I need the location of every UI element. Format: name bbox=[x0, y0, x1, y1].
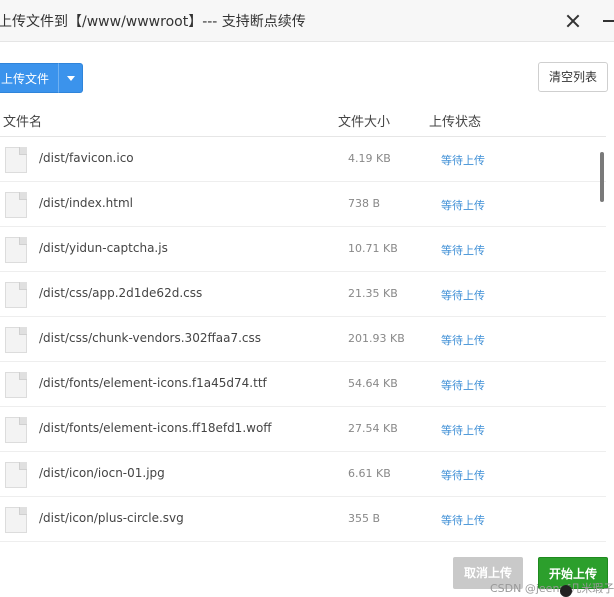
table-row: /dist/css/chunk-vendors.302ffaa7.css 201… bbox=[0, 317, 606, 362]
file-size: 6.61 KB bbox=[348, 467, 391, 480]
chevron-down-icon[interactable] bbox=[58, 63, 83, 93]
upload-status: 等待上传 bbox=[441, 289, 485, 302]
minimize-icon[interactable] bbox=[603, 20, 614, 22]
table-row: /dist/index.html 738 B 等待上传 bbox=[0, 182, 606, 227]
file-name: /dist/fonts/element-icons.f1a45d74.ttf bbox=[39, 376, 267, 390]
file-icon bbox=[5, 417, 27, 443]
table-row: /dist/fonts/element-icons.ff18efd1.woff … bbox=[0, 407, 606, 452]
file-name: /dist/css/chunk-vendors.302ffaa7.css bbox=[39, 331, 261, 345]
file-icon bbox=[5, 147, 27, 173]
column-header-size: 文件大小 bbox=[338, 115, 391, 130]
file-name: /dist/index.html bbox=[39, 196, 133, 210]
watermark: CSDN @jeenpf几米瑕子 bbox=[490, 582, 614, 595]
table-row: /dist/icon/plus-circle.svg 355 B 等待上传 bbox=[0, 497, 606, 542]
file-name: /dist/fonts/element-icons.ff18efd1.woff bbox=[39, 421, 272, 435]
file-name: /dist/css/app.2d1de62d.css bbox=[39, 286, 203, 300]
upload-status: 等待上传 bbox=[441, 199, 485, 212]
close-icon[interactable] bbox=[560, 585, 572, 597]
file-size: 21.35 KB bbox=[348, 287, 398, 300]
scrollbar-thumb[interactable] bbox=[600, 152, 604, 202]
file-size: 4.19 KB bbox=[348, 152, 391, 165]
table-header: 文件名 文件大小 上传状态 bbox=[0, 105, 606, 137]
file-size: 355 B bbox=[348, 512, 381, 525]
upload-status: 等待上传 bbox=[441, 379, 485, 392]
table-row: /dist/fonts/element-icons.f1a45d74.ttf 5… bbox=[0, 362, 606, 407]
file-name: /dist/favicon.ico bbox=[39, 151, 134, 165]
file-size: 201.93 KB bbox=[348, 332, 405, 345]
table-row: /dist/icon/iocn-01.jpg 6.61 KB 等待上传 bbox=[0, 452, 606, 497]
file-size: 738 B bbox=[348, 197, 381, 210]
file-name: /dist/icon/plus-circle.svg bbox=[39, 511, 184, 525]
file-size: 27.54 KB bbox=[348, 422, 398, 435]
file-icon bbox=[5, 372, 27, 398]
upload-status: 等待上传 bbox=[441, 469, 485, 482]
close-icon[interactable] bbox=[566, 14, 580, 28]
window-title: 上传文件到【/www/wwwroot】--- 支持断点续传 bbox=[0, 14, 306, 30]
upload-status: 等待上传 bbox=[441, 244, 485, 257]
upload-status: 等待上传 bbox=[441, 154, 485, 167]
file-name: /dist/icon/iocn-01.jpg bbox=[39, 466, 165, 480]
file-icon bbox=[5, 327, 27, 353]
table-row: /dist/favicon.ico 4.19 KB 等待上传 bbox=[0, 137, 606, 182]
title-bar: 上传文件到【/www/wwwroot】--- 支持断点续传 bbox=[0, 0, 614, 42]
upload-status: 等待上传 bbox=[441, 334, 485, 347]
clear-list-button[interactable]: 清空列表 bbox=[538, 62, 608, 92]
file-icon bbox=[5, 462, 27, 488]
upload-file-button[interactable]: 上传文件 bbox=[0, 63, 58, 93]
file-size: 54.64 KB bbox=[348, 377, 398, 390]
table-row: /dist/css/app.2d1de62d.css 21.35 KB 等待上传 bbox=[0, 272, 606, 317]
upload-status: 等待上传 bbox=[441, 514, 485, 527]
file-list[interactable]: /dist/favicon.ico 4.19 KB 等待上传 /dist/ind… bbox=[0, 137, 606, 542]
file-size: 10.71 KB bbox=[348, 242, 398, 255]
file-icon bbox=[5, 282, 27, 308]
file-icon bbox=[5, 237, 27, 263]
file-name: /dist/yidun-captcha.js bbox=[39, 241, 168, 255]
column-header-name: 文件名 bbox=[3, 115, 43, 130]
column-header-status: 上传状态 bbox=[429, 115, 482, 130]
file-icon bbox=[5, 192, 27, 218]
upload-status: 等待上传 bbox=[441, 424, 485, 437]
table-row: /dist/yidun-captcha.js 10.71 KB 等待上传 bbox=[0, 227, 606, 272]
file-icon bbox=[5, 507, 27, 533]
